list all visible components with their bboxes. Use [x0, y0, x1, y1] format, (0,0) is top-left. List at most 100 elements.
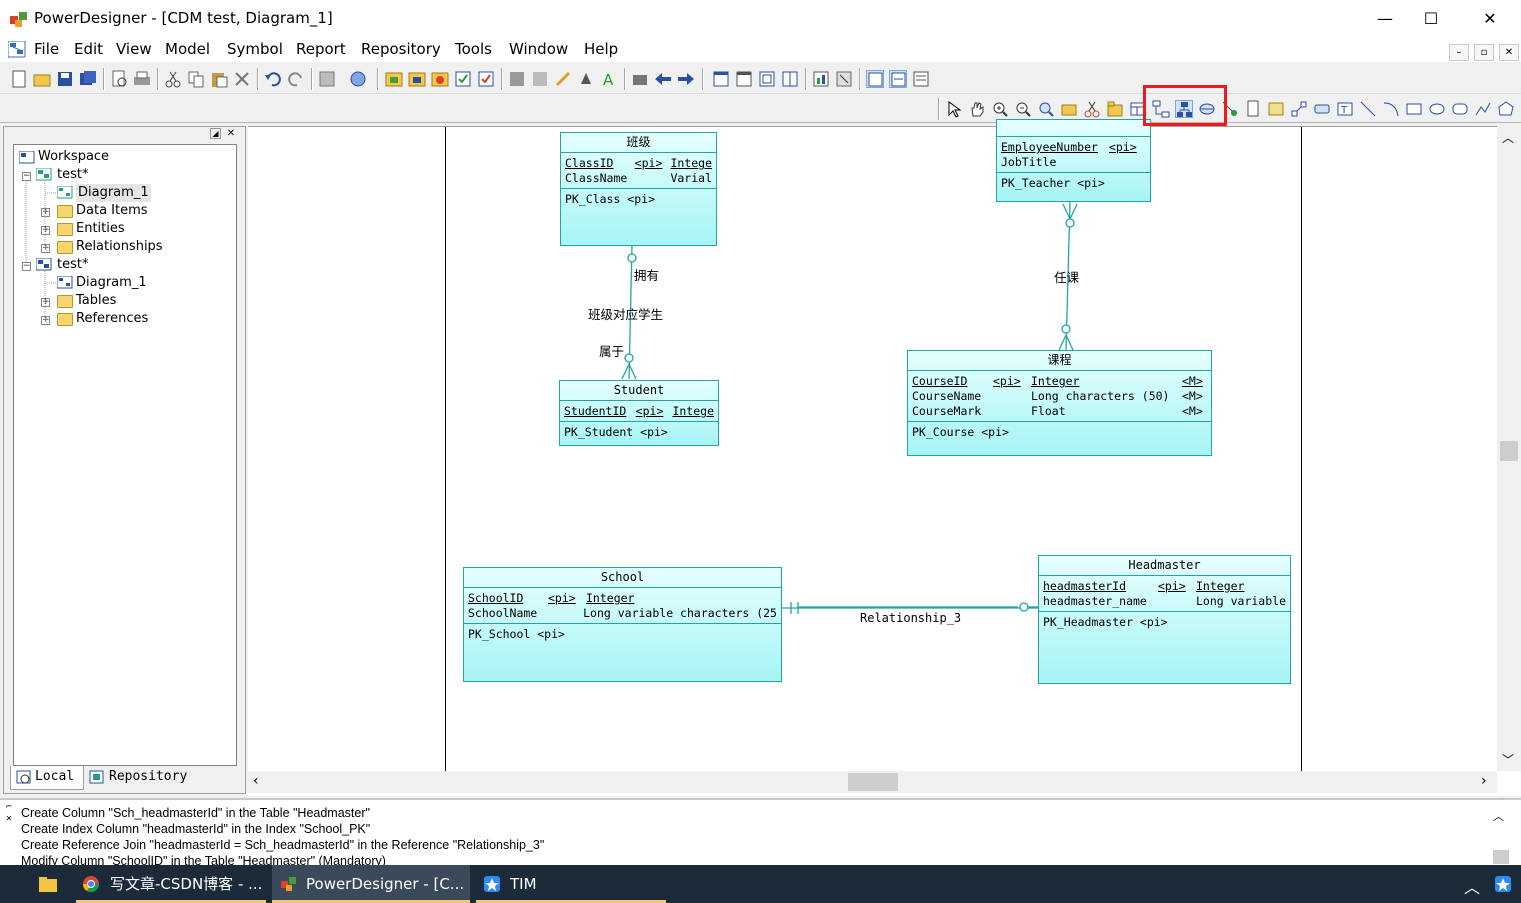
rounded-rect-tool-icon[interactable]: [1451, 100, 1469, 118]
menu-tools[interactable]: Tools: [449, 40, 498, 58]
browser-icon[interactable]: [349, 70, 367, 88]
menu-model[interactable]: Model: [159, 40, 216, 58]
output-pin-icon[interactable]: ⌐: [4, 802, 14, 812]
shape-icon[interactable]: [631, 70, 649, 88]
menu-file[interactable]: File: [28, 40, 65, 58]
open-package-icon[interactable]: [1037, 100, 1055, 118]
open-icon[interactable]: [33, 70, 51, 88]
tree-model1-diagram[interactable]: Diagram_1: [76, 184, 151, 202]
vertical-scrollbar[interactable]: ︿ ﹀: [1497, 126, 1521, 771]
menu-window[interactable]: Window: [503, 40, 574, 58]
toggle-output-icon[interactable]: [889, 70, 907, 88]
delete-palette-icon[interactable]: [1083, 100, 1101, 118]
zoom-in-icon[interactable]: [991, 100, 1009, 118]
tree-tables[interactable]: Tables: [76, 292, 116, 310]
properties-palette-icon[interactable]: [1060, 100, 1078, 118]
model-icon-3[interactable]: [431, 70, 449, 88]
tree-data-items[interactable]: Data Items: [76, 202, 148, 220]
window-icon-4[interactable]: [781, 70, 799, 88]
menu-report[interactable]: Report: [290, 40, 352, 58]
mdi-close-button[interactable]: ✕: [1499, 44, 1519, 61]
package-icon[interactable]: [1106, 100, 1124, 118]
arrow-right-icon[interactable]: [677, 70, 695, 88]
relationship-name-label[interactable]: Relationship_3: [860, 611, 961, 625]
title-tool-icon[interactable]: [1313, 100, 1331, 118]
file-explorer-icon[interactable]: [38, 875, 58, 893]
close-button[interactable]: ✕: [1467, 0, 1513, 38]
horizontal-scroll-thumb[interactable]: [848, 773, 898, 791]
fill-style-icon[interactable]: [577, 70, 595, 88]
close-window-icon[interactable]: [835, 70, 853, 88]
menu-repository[interactable]: Repository: [355, 40, 447, 58]
relationship-role-label[interactable]: 属于: [599, 341, 624, 360]
output-scroll-thumb[interactable]: [1493, 850, 1509, 864]
file-tool-icon[interactable]: [1244, 100, 1262, 118]
menu-edit[interactable]: Edit: [68, 40, 109, 58]
mdi-restore-button[interactable]: ▫: [1474, 44, 1494, 61]
window-cascade-icon[interactable]: [712, 70, 730, 88]
pointer-icon[interactable]: [945, 100, 963, 118]
tree-model2-diagram[interactable]: Diagram_1: [76, 274, 147, 292]
menu-help[interactable]: Help: [578, 40, 624, 58]
relationship-name-label[interactable]: 任课: [1054, 267, 1079, 286]
save-all-icon[interactable]: [79, 70, 97, 88]
note-tool-icon[interactable]: [1267, 100, 1285, 118]
paste-icon[interactable]: [210, 70, 228, 88]
tree-references[interactable]: References: [76, 310, 148, 328]
text-tool-icon[interactable]: T: [1336, 100, 1354, 118]
output-scroll-up-icon[interactable]: ︿: [1493, 808, 1504, 824]
vertical-scroll-thumb[interactable]: [1500, 441, 1518, 461]
chart-icon[interactable]: [812, 70, 830, 88]
line-tool-icon[interactable]: [1359, 100, 1377, 118]
tree-entities[interactable]: Entities: [76, 220, 125, 238]
panel-close-button[interactable]: ✕: [225, 128, 237, 140]
new-icon[interactable]: [10, 70, 28, 88]
entity-class[interactable]: 班级 ClassID <pi> Intege ClassName Varial PK_…: [560, 132, 717, 246]
tray-chevron-up-icon[interactable]: ︿: [1464, 874, 1480, 898]
font-icon[interactable]: A: [600, 70, 618, 88]
menu-view[interactable]: View: [110, 40, 158, 58]
print-icon[interactable]: [133, 70, 151, 88]
model-icon-2[interactable]: [408, 70, 426, 88]
tab-local[interactable]: Local: [10, 766, 84, 790]
grabber-hand-icon[interactable]: [968, 100, 986, 118]
window-tile-icon[interactable]: [735, 70, 753, 88]
entity-school[interactable]: School SchoolID <pi> Integer SchoolName Lon…: [463, 567, 782, 682]
entity-headmaster[interactable]: Headmaster headmasterId <pi> Integer headm…: [1038, 555, 1291, 684]
entity-student[interactable]: Student StudentID <pi> Intege PK_Student <…: [559, 380, 719, 446]
polyline-tool-icon[interactable]: [1474, 100, 1492, 118]
toggle-browser-icon[interactable]: [866, 70, 884, 88]
polygon-tool-icon[interactable]: [1497, 100, 1515, 118]
arc-tool-icon[interactable]: [1382, 100, 1400, 118]
scroll-up-arrow-icon[interactable]: ︿: [1502, 129, 1514, 146]
diagram-canvas[interactable]: 班级 ClassID <pi> Intege ClassName Varial PK_…: [248, 119, 1521, 796]
taskbar-powerdesigner[interactable]: PowerDesigner - [C...: [272, 865, 470, 903]
redo-icon[interactable]: [287, 70, 305, 88]
entity-course[interactable]: 课程 CourseID <pi> Integer <M> CourseName Long…: [907, 350, 1212, 456]
print-preview-icon[interactable]: [110, 70, 128, 88]
scroll-down-arrow-icon[interactable]: ﹀: [1502, 751, 1514, 768]
output-close-icon[interactable]: ✕: [4, 814, 14, 824]
arrow-left-icon[interactable]: [654, 70, 672, 88]
relationship-name-label[interactable]: 班级对应学生: [588, 304, 663, 323]
link-tool-icon[interactable]: [1290, 100, 1308, 118]
undo-icon[interactable]: [264, 70, 282, 88]
model-icon-1[interactable]: [385, 70, 403, 88]
symbol-icon-1[interactable]: [508, 70, 526, 88]
taskbar-tim[interactable]: TIM: [476, 865, 666, 903]
relationship-role-label[interactable]: 拥有: [634, 265, 659, 284]
tree-relationships[interactable]: Relationships: [76, 238, 163, 256]
diagram-surface[interactable]: 班级 ClassID <pi> Intege ClassName Varial PK_…: [248, 119, 1498, 772]
panel-pin-button[interactable]: ◢: [210, 128, 221, 139]
tab-repository[interactable]: Repository: [85, 766, 195, 790]
entity-teacher[interactable]: EmployeeNumber <pi> JobTitle PK_Teacher <…: [996, 119, 1151, 202]
tray-tim-icon[interactable]: [1494, 875, 1512, 893]
copy-icon[interactable]: [187, 70, 205, 88]
zoom-out-icon[interactable]: [1014, 100, 1032, 118]
line-style-icon[interactable]: [554, 70, 572, 88]
check-model-icon[interactable]: [454, 70, 472, 88]
rectangle-tool-icon[interactable]: [1405, 100, 1423, 118]
ellipse-tool-icon[interactable]: [1428, 100, 1446, 118]
cut-icon[interactable]: [164, 70, 182, 88]
generate-icon[interactable]: [477, 70, 495, 88]
